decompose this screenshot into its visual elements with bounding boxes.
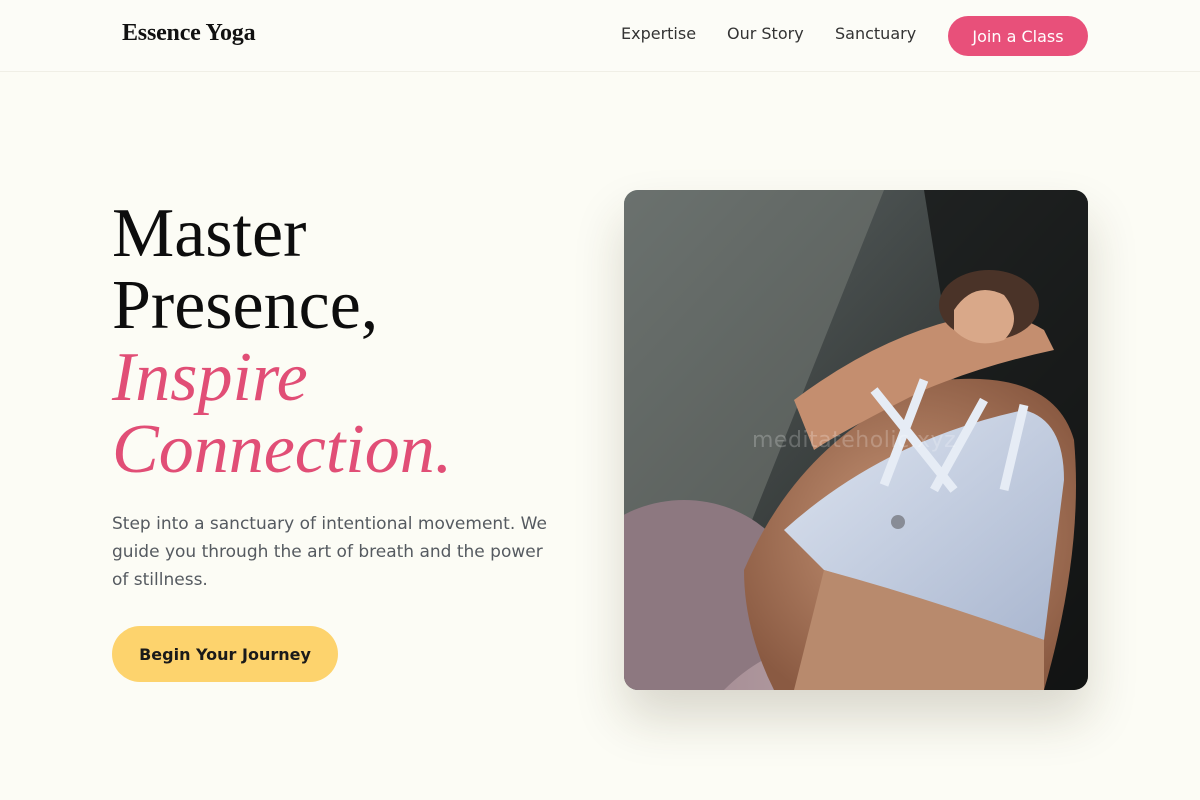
image-watermark: meditateholic.xyz bbox=[752, 428, 957, 453]
nav-link-our-story[interactable]: Our Story bbox=[727, 24, 804, 43]
nav-link-sanctuary[interactable]: Sanctuary bbox=[835, 24, 916, 43]
begin-journey-button[interactable]: Begin Your Journey bbox=[112, 626, 338, 682]
hero-accent-line-1: Inspire bbox=[112, 339, 308, 416]
hero-title-line-1: Master bbox=[112, 195, 307, 272]
hero-accent-line-2: Connection. bbox=[112, 411, 453, 488]
brand-logo[interactable]: Essence Yoga bbox=[122, 20, 256, 47]
nav-link-expertise[interactable]: Expertise bbox=[621, 24, 696, 43]
hero-title-line-2: Presence, bbox=[112, 267, 379, 344]
hero-photo-yoga: meditateholic.xyz bbox=[624, 190, 1088, 690]
top-navbar: Essence Yoga Expertise Our Story Sanctua… bbox=[0, 0, 1200, 72]
join-class-button[interactable]: Join a Class bbox=[948, 16, 1088, 56]
hero-title: Master Presence, Inspire Connection. bbox=[112, 198, 582, 486]
hero-subtitle: Step into a sanctuary of intentional mov… bbox=[112, 514, 547, 590]
